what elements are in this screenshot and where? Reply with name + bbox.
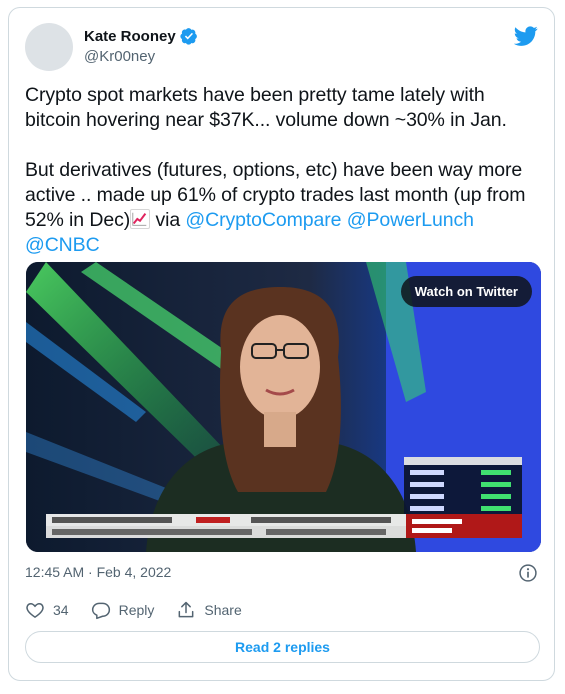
reply-icon [91, 602, 110, 620]
reply-label: Reply [118, 602, 155, 618]
like-count: 34 [53, 602, 69, 618]
tweet-via: via [150, 209, 186, 231]
heart-icon [26, 602, 44, 618]
author-name-row: Kate Rooney [84, 27, 198, 45]
verified-badge-icon [180, 27, 198, 45]
tweet-paragraph-1: Crypto spot markets have been pretty tam… [25, 84, 507, 131]
share-action[interactable]: Share [176, 600, 242, 620]
mention-cryptocompare-link[interactable]: @CryptoCompare [185, 209, 341, 231]
avatar[interactable] [25, 23, 73, 71]
like-action[interactable]: 34 [25, 600, 69, 620]
video-media[interactable]: Watch on Twitter [26, 262, 541, 552]
share-label: Share [204, 602, 242, 618]
tweet-timestamp[interactable]: 12:45 AM · Feb 4, 2022 [25, 564, 171, 580]
tweet-card: Kate Rooney @Kr00ney Crypto spot markets… [8, 7, 555, 681]
author-handle[interactable]: @Kr00ney [84, 48, 155, 65]
author-name[interactable]: Kate Rooney [84, 28, 176, 45]
mention-cnbc-link[interactable]: @CNBC [25, 234, 100, 256]
info-icon[interactable] [518, 563, 538, 583]
tweet-text: Crypto spot markets have been pretty tam… [25, 83, 545, 258]
watch-on-twitter-button[interactable]: Watch on Twitter [400, 276, 532, 307]
twitter-bird-icon[interactable] [514, 24, 538, 48]
reply-action[interactable]: Reply [91, 600, 155, 620]
share-icon [178, 601, 194, 618]
tweet-actions: 34 Reply Share [25, 600, 264, 620]
read-replies-button[interactable]: Read 2 replies [25, 631, 540, 663]
chart-increasing-icon [130, 209, 151, 229]
mention-powerlunch-link[interactable]: @PowerLunch [347, 209, 474, 231]
